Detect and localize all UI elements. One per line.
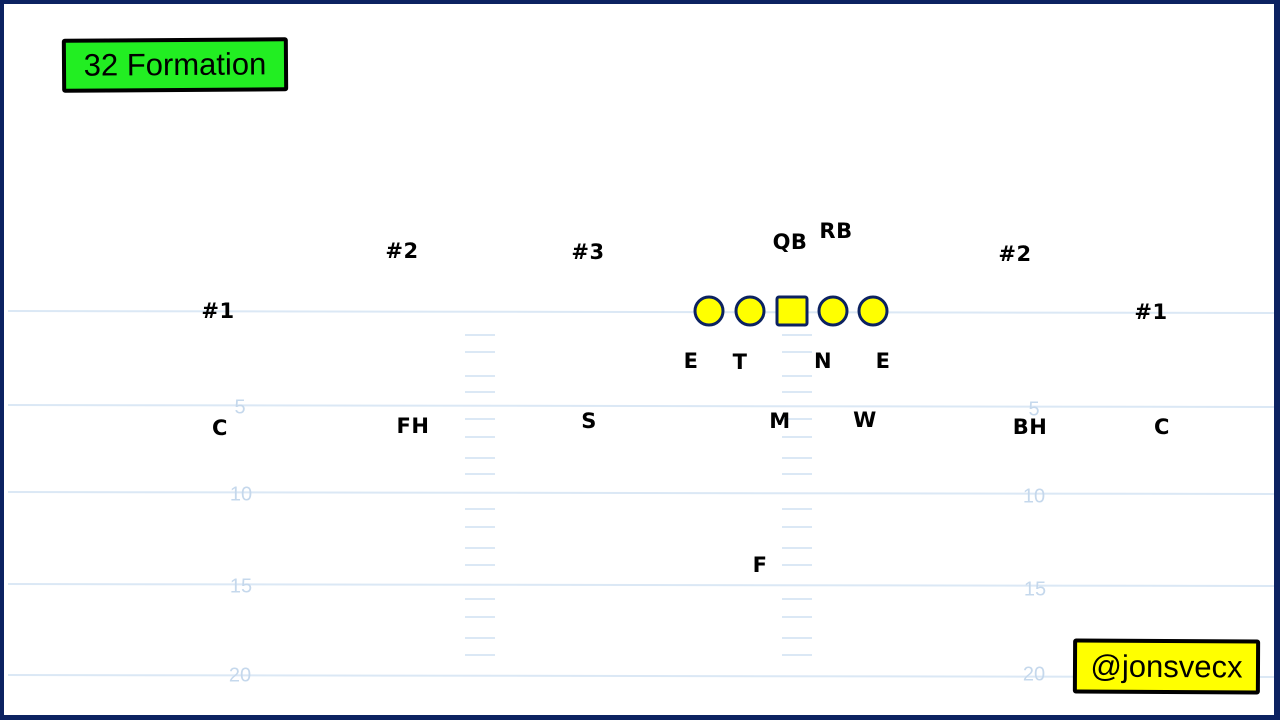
defense-end-left: E bbox=[683, 349, 699, 373]
offense-receiver-1-left: #1 bbox=[201, 299, 235, 323]
offense-receiver-3-left: #3 bbox=[571, 240, 605, 264]
offensive-tackle-right-marker bbox=[857, 295, 889, 327]
offense-receiver-2-left: #2 bbox=[385, 239, 419, 263]
defense-free-safety: F bbox=[752, 553, 768, 577]
yard-line-scrimmage bbox=[7, 310, 1275, 314]
title-text: 32 Formation bbox=[83, 46, 267, 83]
defense-tackle: T bbox=[732, 350, 748, 374]
defense-mike: M bbox=[769, 409, 791, 433]
offensive-tackle-left-marker bbox=[693, 295, 725, 327]
defense-will: W bbox=[853, 408, 877, 432]
offense-running-back: RB bbox=[819, 219, 853, 243]
yard-number-right-15: 15 bbox=[1023, 578, 1047, 601]
yard-number-right-10: 10 bbox=[1022, 485, 1046, 508]
handle-badge: @jonsvecx bbox=[1072, 638, 1261, 695]
handle-text: @jonsvecx bbox=[1090, 648, 1243, 684]
defense-boundary-hook: BH bbox=[1012, 415, 1048, 439]
defense-sam: S bbox=[581, 409, 597, 433]
defense-corner-right: C bbox=[1154, 415, 1170, 439]
football-field bbox=[7, 295, 1275, 678]
title-badge: 32 Formation bbox=[61, 37, 289, 93]
offensive-guard-left-marker bbox=[734, 295, 766, 327]
offense-receiver-1-right: #1 bbox=[1134, 300, 1168, 324]
defense-corner-left: C bbox=[212, 416, 228, 440]
defense-nose: N bbox=[813, 349, 833, 373]
offensive-center-marker bbox=[775, 295, 809, 327]
defense-field-hook: FH bbox=[396, 414, 430, 438]
yard-number-left-20: 20 bbox=[228, 664, 252, 687]
yard-number-left-5: 5 bbox=[234, 396, 246, 419]
defense-end-right: E bbox=[875, 349, 891, 373]
offense-quarterback: QB bbox=[772, 230, 808, 254]
yard-number-left-15: 15 bbox=[229, 575, 253, 598]
yard-line-5 bbox=[7, 404, 1275, 408]
yard-line-15 bbox=[7, 583, 1275, 587]
yard-number-right-20: 20 bbox=[1022, 663, 1046, 686]
yard-number-left-10: 10 bbox=[229, 483, 253, 506]
yard-line-10 bbox=[7, 491, 1275, 495]
offensive-guard-right-marker bbox=[817, 295, 849, 327]
offense-receiver-2-right: #2 bbox=[998, 242, 1032, 266]
